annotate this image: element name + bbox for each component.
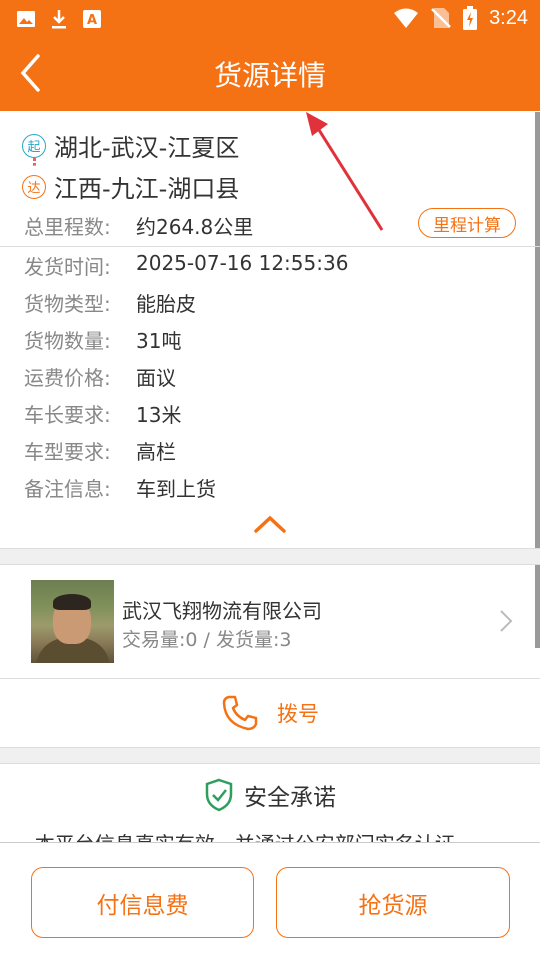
start-badge: 起 bbox=[22, 133, 46, 158]
shield-check-icon bbox=[205, 778, 233, 812]
detail-row-remarks: 备注信息: 车到上货 bbox=[24, 473, 216, 502]
detail-label: 发货时间: bbox=[24, 255, 111, 279]
collapse-button[interactable] bbox=[250, 512, 290, 536]
mileage-row: 总里程数: 约264.8公里 bbox=[24, 211, 253, 240]
dial-label: 拨号 bbox=[277, 702, 319, 726]
detail-row-cargo-quantity: 货物数量: 31吨 bbox=[24, 325, 181, 354]
no-sim-icon bbox=[431, 8, 451, 28]
svg-text:A: A bbox=[87, 13, 97, 28]
detail-label: 货物数量: bbox=[24, 329, 111, 353]
avatar bbox=[31, 580, 114, 663]
status-bar: A 3:24 bbox=[0, 0, 540, 36]
battery-charging-icon bbox=[463, 6, 478, 30]
detail-value: 31吨 bbox=[136, 329, 182, 353]
app-bar: 货源详情 bbox=[0, 36, 540, 111]
wifi-icon bbox=[394, 8, 419, 28]
chevron-up-icon bbox=[254, 515, 286, 533]
detail-row-ship-time: 发货时间: 2025-07-16 12:55:36 bbox=[24, 251, 348, 280]
detail-row-freight-price: 运费价格: 面议 bbox=[24, 362, 176, 391]
section-gap bbox=[0, 747, 540, 764]
bottom-action-bar: 付信息费 抢货源 bbox=[0, 842, 540, 960]
detail-label: 车型要求: bbox=[24, 440, 111, 464]
company-card[interactable]: 武汉飞翔物流有限公司 交易量:0 / 发货量:3 bbox=[0, 565, 540, 678]
detail-value: 车到上货 bbox=[136, 477, 216, 501]
divider bbox=[0, 246, 540, 247]
download-icon bbox=[52, 10, 66, 29]
detail-row-cargo-type: 货物类型: 能胎皮 bbox=[24, 288, 196, 317]
status-time: 3:24 bbox=[489, 6, 528, 29]
detail-value: 13米 bbox=[136, 403, 182, 427]
image-icon bbox=[17, 11, 35, 27]
detail-label: 货物类型: bbox=[24, 292, 111, 316]
page-title: 货源详情 bbox=[213, 59, 326, 92]
phone-icon bbox=[222, 695, 258, 731]
chevron-right-icon bbox=[500, 610, 513, 632]
detail-label: 运费价格: bbox=[24, 366, 111, 390]
detail-label: 备注信息: bbox=[24, 477, 111, 501]
route-connector bbox=[33, 158, 36, 166]
end-place: 江西-九江-湖口县 bbox=[54, 175, 240, 203]
start-place: 湖北-武汉-江夏区 bbox=[54, 134, 240, 162]
mileage-value: 约264.8公里 bbox=[136, 215, 254, 239]
dial-button[interactable]: 拨号 bbox=[0, 679, 540, 747]
mileage-calc-button[interactable]: 里程计算 bbox=[418, 208, 516, 238]
grab-cargo-button[interactable]: 抢货源 bbox=[276, 867, 510, 938]
section-gap bbox=[0, 548, 540, 565]
safety-header: 安全承诺 bbox=[0, 778, 540, 812]
safety-title: 安全承诺 bbox=[244, 785, 336, 811]
company-name: 武汉飞翔物流有限公司 bbox=[122, 599, 322, 623]
detail-value: 高栏 bbox=[136, 440, 176, 464]
company-stats: 交易量:0 / 发货量:3 bbox=[122, 629, 292, 651]
text-a-icon: A bbox=[83, 10, 101, 28]
detail-label: 车长要求: bbox=[24, 403, 111, 427]
mileage-label: 总里程数: bbox=[24, 215, 111, 239]
pay-info-fee-button[interactable]: 付信息费 bbox=[31, 867, 254, 938]
safety-section: 安全承诺 · 本平台信息真实有效，并通过公安部门实名认证 bbox=[0, 764, 540, 844]
detail-row-truck-length: 车长要求: 13米 bbox=[24, 399, 181, 428]
route-end: 达 江西-九江-湖口县 bbox=[22, 169, 422, 204]
detail-value: 2025-07-16 12:55:36 bbox=[136, 251, 349, 275]
detail-row-truck-type: 车型要求: 高栏 bbox=[24, 436, 176, 465]
route-start: 起 湖北-武汉-江夏区 bbox=[22, 128, 422, 163]
detail-value: 面议 bbox=[136, 366, 176, 390]
detail-value: 能胎皮 bbox=[136, 292, 196, 316]
end-badge: 达 bbox=[22, 174, 46, 199]
